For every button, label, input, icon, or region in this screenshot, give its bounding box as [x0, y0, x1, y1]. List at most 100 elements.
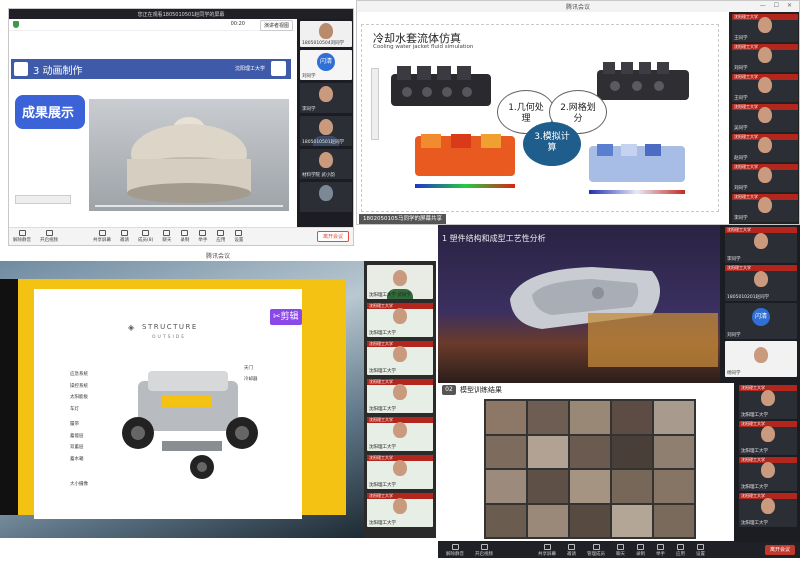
meeting-toolbar: 解除静音 开启视频 共享屏幕 邀请 成员(8) 聊天 录制 举手 应用 设置 离… — [9, 227, 353, 245]
avatar — [319, 119, 333, 136]
meeting-window-simulation: 腾讯会议 — ☐ ✕ 冷却水套流体仿真 Cooling water jacket… — [356, 0, 800, 225]
engine-model-grey-right — [597, 62, 689, 100]
window-title: 腾讯会议 — [565, 4, 590, 11]
participant-tile: 沈阳理工大学 刘同学 — [732, 44, 798, 72]
timer: 00:20 — [230, 21, 245, 27]
participant-tile: 材料学院 武小韵 — [300, 149, 352, 179]
mic-icon — [451, 543, 459, 550]
record-button[interactable]: 录制 — [636, 543, 645, 557]
members-button[interactable]: 管理成员 — [587, 543, 605, 557]
face-sample — [570, 470, 610, 503]
labels-left: 应急系统 操控系统 太阳能板 车灯 履带 蓄能层 双蓄层 蓄水箱 大小摄像 — [70, 372, 88, 487]
raise-hand-button[interactable]: 举手 — [656, 543, 665, 557]
invite-icon — [568, 543, 575, 550]
share-screen-button[interactable]: 共享屏幕 — [93, 230, 111, 243]
participant-tile: 沈阳理工大学 沈阳理工大学 — [367, 455, 433, 489]
settings-button[interactable]: 设置 — [696, 543, 705, 557]
participant-tile: 沈阳理工大学 沈阳理工大学 — [367, 341, 433, 375]
participant-sidebar: 沈阳理工大学 沈阳理工大学 沈阳理工大学 沈阳理工大学 沈阳理工大学 沈阳理工大学 沈… — [736, 383, 800, 541]
slide-number-box — [14, 62, 28, 76]
apps-button[interactable]: 应用 — [676, 543, 685, 557]
participant-tile: 沈阳理工大学 沈阳理工大学 — [367, 493, 433, 527]
window-title: 您正在观看1805010501赵同学的屏幕 — [137, 11, 225, 18]
participant-tile: 李同学 — [300, 83, 352, 113]
structure-subtitle: OUTSIDE — [152, 335, 187, 340]
face-sample — [528, 435, 568, 468]
hand-icon — [199, 230, 207, 236]
animation-preview — [89, 99, 289, 211]
participant-tile: 1805010501赵同学 — [300, 116, 352, 146]
window-controls[interactable]: — ☐ ✕ — [760, 2, 795, 9]
face-sample — [612, 435, 652, 468]
share-screen-button[interactable]: 共享屏幕 — [538, 543, 556, 557]
participant-tile: 闪清 刘同学 — [300, 50, 352, 80]
apps-button[interactable]: 应用 — [216, 230, 225, 243]
structure-sheet: ◈ STRUCTURE OUTSIDE 应急系统 操控系统 太阳能板 车灯 履带 蓄能层… — [34, 289, 302, 519]
structure-logo-icon: ◈ — [128, 323, 135, 332]
avatar: 闪清 — [752, 308, 770, 327]
participant-tile: 沈阳理工大学 赵同学 — [732, 134, 798, 162]
chat-button[interactable]: 聊天 — [162, 230, 171, 243]
start-video-button[interactable]: 开启视频 — [475, 543, 493, 557]
hand-icon — [657, 543, 664, 550]
invite-button[interactable]: 邀请 — [567, 543, 576, 557]
participant-tile: 沈阳理工大学 王同学 — [732, 74, 798, 102]
unmute-button[interactable]: 解除静音 — [446, 543, 464, 557]
meeting-collage: 您正在观看1805010501赵同学的屏幕 00:20 演讲者视图 3 动画制作… — [0, 0, 800, 565]
shared-slide: 冷却水套流体仿真 Cooling water jacket fluid simu… — [357, 12, 727, 214]
face-sample — [654, 435, 694, 468]
engine-model-grey-left — [391, 66, 491, 106]
shared-slide: 1 塑件结构和成型工艺性分析 — [438, 225, 720, 383]
settings-button[interactable]: 设置 — [234, 230, 243, 243]
participant-tile: 闪清 刘同学 — [725, 303, 797, 339]
chat-button[interactable]: 聊天 — [616, 543, 625, 557]
face-sample — [654, 504, 694, 537]
chat-icon — [163, 230, 171, 236]
face-sample — [528, 401, 568, 434]
unmute-button[interactable]: 解除静音 — [13, 230, 31, 243]
face-sample — [486, 504, 526, 537]
participant-sidebar: 沈阳理工大学 王同学 沈阳理工大学 刘同学 沈阳理工大学 王同学 沈阳理工大学 吴同学 … — [729, 12, 799, 224]
scissors-icon: ✂ — [273, 312, 281, 322]
members-button[interactable]: 成员(8) — [138, 230, 153, 243]
invite-button[interactable]: 邀请 — [120, 230, 129, 243]
participant-tile: 沈阳理工大学 刘同学 — [732, 164, 798, 192]
speaker-view-button[interactable]: 演讲者视图 — [259, 20, 293, 31]
record-icon — [181, 230, 189, 236]
participant-tile: 沈阳理工大学 沈阳理工大学 — [739, 457, 797, 491]
members-icon — [142, 230, 150, 236]
window-titlebar: 腾讯会议 — ☐ ✕ — [357, 1, 799, 12]
black-corner — [0, 279, 18, 515]
scrubber-bar[interactable] — [95, 205, 283, 207]
participant-tile: 沈阳理工大学 李同学 — [725, 227, 797, 263]
face-sample — [486, 435, 526, 468]
cad-tool-strip — [371, 68, 379, 140]
participant-tile: 沈阳理工大学 王同学 — [732, 14, 798, 42]
record-button[interactable]: 录制 — [180, 230, 189, 243]
meeting-window-animation: 您正在观看1805010501赵同学的屏幕 00:20 演讲者视图 3 动画制作… — [8, 8, 354, 246]
results-badge: 成果展示 — [15, 95, 85, 129]
step-simulation: 3.模拟计算 — [523, 122, 581, 166]
chat-input-hint[interactable] — [15, 195, 71, 204]
raise-hand-button[interactable]: 举手 — [198, 230, 207, 243]
face-sample — [612, 470, 652, 503]
participant-tile: 杨同学 — [725, 341, 797, 377]
record-icon — [637, 543, 644, 550]
avatar: 闪清 — [317, 53, 335, 71]
slide-header-title: 3 动画制作 — [33, 66, 83, 77]
start-video-button[interactable]: 开启视频 — [40, 230, 58, 243]
window-titlebar: 腾讯会议 — [0, 250, 436, 261]
meeting-toolbar: 解除静音 开启视频 共享屏幕 邀请 管理成员 聊天 录制 举手 应用 设置 离开… — [438, 542, 800, 558]
avatar — [319, 152, 333, 169]
leave-meeting-button[interactable]: 离开会议 — [764, 545, 795, 555]
shared-slide: 02 模型训练结果 — [438, 383, 734, 541]
chat-icon — [617, 543, 624, 550]
gear-icon — [235, 230, 243, 236]
members-icon — [592, 543, 600, 550]
participant-tile: 1805010504刘同学 — [300, 21, 352, 47]
leave-meeting-button[interactable]: 离开会议 — [316, 231, 349, 242]
face-sample — [570, 401, 610, 434]
participant-tile: 沈阳理工大学 沈阳理工大学 — [367, 379, 433, 413]
meeting-window-model-training: 02 模型训练结果 沈阳理工大学 沈阳理工大学 沈阳理工大学 沈阳理工大学 沈阳理工… — [438, 383, 800, 558]
meeting-window-plastic-part: 1 塑件结构和成型工艺性分析 沈阳理工大学 李同学 沈阳理工大学 180501020… — [438, 225, 800, 383]
